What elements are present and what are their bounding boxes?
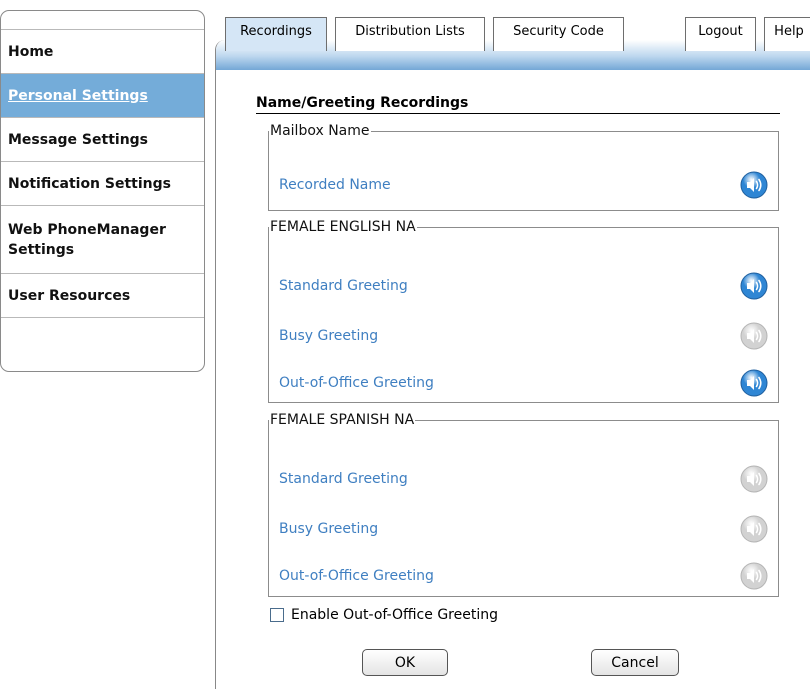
sidebar-header <box>1 11 204 30</box>
female-spanish-group: FEMALE SPANISH NA Standard Greeting Busy… <box>268 412 779 597</box>
recording-link[interactable]: Out-of-Office Greeting <box>279 375 434 391</box>
sidebar-item-user-resources[interactable]: User Resources <box>1 274 204 318</box>
sidebar-item-web-phonemanager-settings[interactable]: Web PhoneManager Settings <box>1 206 204 274</box>
sidebar-item-personal-settings[interactable]: Personal Settings <box>1 74 204 118</box>
enable-ooo-checkbox[interactable] <box>270 608 284 622</box>
recording-row: Busy Greeting <box>279 509 768 549</box>
page-title: Name/Greeting Recordings <box>256 95 780 114</box>
cancel-button[interactable]: Cancel <box>591 649 679 676</box>
recording-link[interactable]: Recorded Name <box>279 177 391 193</box>
recording-link[interactable]: Standard Greeting <box>279 278 408 294</box>
enable-ooo-label: Enable Out-of-Office Greeting <box>291 607 498 623</box>
recording-row: Standard Greeting <box>279 459 768 499</box>
recording-row: Busy Greeting <box>279 316 768 356</box>
enable-ooo-row: Enable Out-of-Office Greeting <box>270 607 498 623</box>
group-legend: FEMALE ENGLISH NA <box>270 219 416 235</box>
sidebar-item-label-line1: Web PhoneManager <box>8 221 166 238</box>
sidebar-item-notification-settings[interactable]: Notification Settings <box>1 162 204 206</box>
sidebar-item-message-settings[interactable]: Message Settings <box>1 118 204 162</box>
recording-link[interactable]: Out-of-Office Greeting <box>279 568 434 584</box>
help-button[interactable]: Help <box>764 17 810 51</box>
sidebar-item-home[interactable]: Home <box>1 30 204 74</box>
recording-row: Out-of-Office Greeting <box>279 363 768 403</box>
female-english-group: FEMALE ENGLISH NA Standard Greeting Busy… <box>268 219 779 403</box>
speaker-icon[interactable] <box>740 272 768 300</box>
speaker-icon[interactable] <box>740 562 768 590</box>
recording-row: Standard Greeting <box>279 266 768 306</box>
recording-link[interactable]: Busy Greeting <box>279 328 378 344</box>
mailbox-name-group: Mailbox Name Recorded Name <box>268 123 779 211</box>
tab-recordings[interactable]: Recordings <box>225 17 327 51</box>
speaker-icon[interactable] <box>740 171 768 199</box>
recording-link[interactable]: Standard Greeting <box>279 471 408 487</box>
recording-row: Out-of-Office Greeting <box>279 556 768 596</box>
recording-link[interactable]: Busy Greeting <box>279 521 378 537</box>
group-legend: FEMALE SPANISH NA <box>270 412 415 428</box>
recording-row: Recorded Name <box>279 165 768 205</box>
sidebar-item-web-phonemanager-label: Web PhoneManager Settings <box>8 220 166 260</box>
tab-security-code[interactable]: Security Code <box>493 17 624 51</box>
speaker-icon[interactable] <box>740 322 768 350</box>
speaker-icon[interactable] <box>740 369 768 397</box>
group-legend: Mailbox Name <box>270 123 370 139</box>
tab-distribution-lists[interactable]: Distribution Lists <box>335 17 485 51</box>
speaker-icon[interactable] <box>740 515 768 543</box>
logout-button[interactable]: Logout <box>685 17 756 51</box>
sidebar-item-label-line2: Settings <box>8 241 75 258</box>
sidebar-nav: Home Personal Settings Message Settings … <box>0 10 205 372</box>
ok-button[interactable]: OK <box>362 649 448 676</box>
speaker-icon[interactable] <box>740 465 768 493</box>
